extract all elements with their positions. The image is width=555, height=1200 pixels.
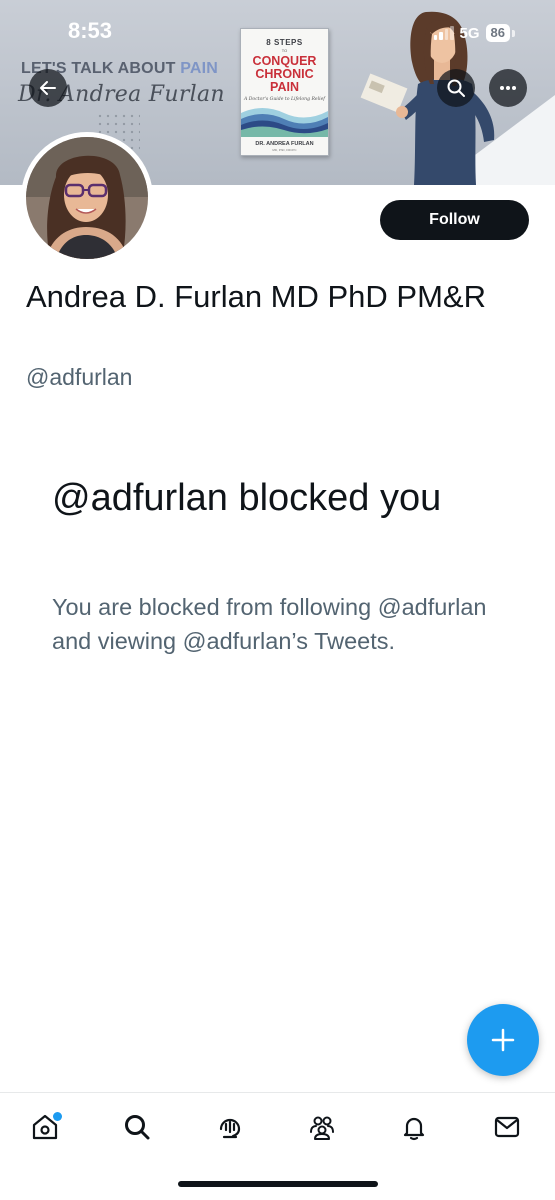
- network-type: 5G: [459, 24, 480, 42]
- status-time: 8:53: [68, 18, 113, 43]
- battery-cap: [512, 29, 515, 37]
- nav-home[interactable]: [27, 1109, 63, 1145]
- notifications-icon: [403, 1117, 425, 1141]
- book-to-text: TO: [281, 48, 288, 53]
- plus-icon: [491, 1028, 515, 1052]
- cellular-signal-icon: [433, 26, 454, 40]
- book-cover: 8 STEPS TO CONQUER CHRONIC PAIN A Doctor…: [240, 28, 329, 156]
- book-subtitle: A Doctor's Guide to Lifelong Relief: [243, 97, 326, 102]
- book-credentials: MD, PhD, FRCPC: [272, 148, 297, 152]
- profile-handle: @adfurlan: [26, 364, 133, 390]
- battery-icon: 86: [485, 24, 510, 42]
- blocked-title: @adfurlan blocked you: [52, 477, 442, 519]
- communities-icon: [310, 1116, 334, 1140]
- search-icon: [125, 1115, 150, 1140]
- compose-tweet-button[interactable]: [467, 1004, 539, 1076]
- spaces-icon: [219, 1118, 241, 1139]
- profile-avatar[interactable]: [21, 132, 153, 264]
- arrow-left-icon: [40, 81, 56, 95]
- back-button[interactable]: [29, 69, 67, 107]
- follow-button[interactable]: Follow: [380, 200, 529, 240]
- nav-spaces[interactable]: [212, 1109, 248, 1145]
- search-button[interactable]: [437, 69, 475, 107]
- status-indicators: 5G 86: [433, 22, 515, 44]
- home-indicator: [178, 1181, 378, 1187]
- more-button[interactable]: [489, 69, 527, 107]
- search-icon: [447, 79, 465, 97]
- messages-icon: [494, 1116, 520, 1138]
- nav-notifications[interactable]: [396, 1109, 432, 1145]
- profile-display-name: Andrea D. Furlan MD PhD PM&R: [26, 279, 486, 314]
- blocked-description: You are blocked from following @adfurlan…: [52, 594, 487, 654]
- nav-messages[interactable]: [489, 1109, 525, 1145]
- more-icon: [500, 86, 516, 90]
- book-top-text: 8 STEPS: [266, 38, 303, 47]
- avatar-image: [26, 137, 148, 259]
- nav-communities[interactable]: [304, 1109, 340, 1145]
- book-waves-art: [241, 108, 328, 137]
- home-notification-dot: [53, 1112, 62, 1121]
- book-author: DR. ANDREA FURLAN: [255, 141, 314, 147]
- nav-search[interactable]: [119, 1109, 155, 1145]
- book-title: CONQUER CHRONIC PAIN: [252, 54, 317, 94]
